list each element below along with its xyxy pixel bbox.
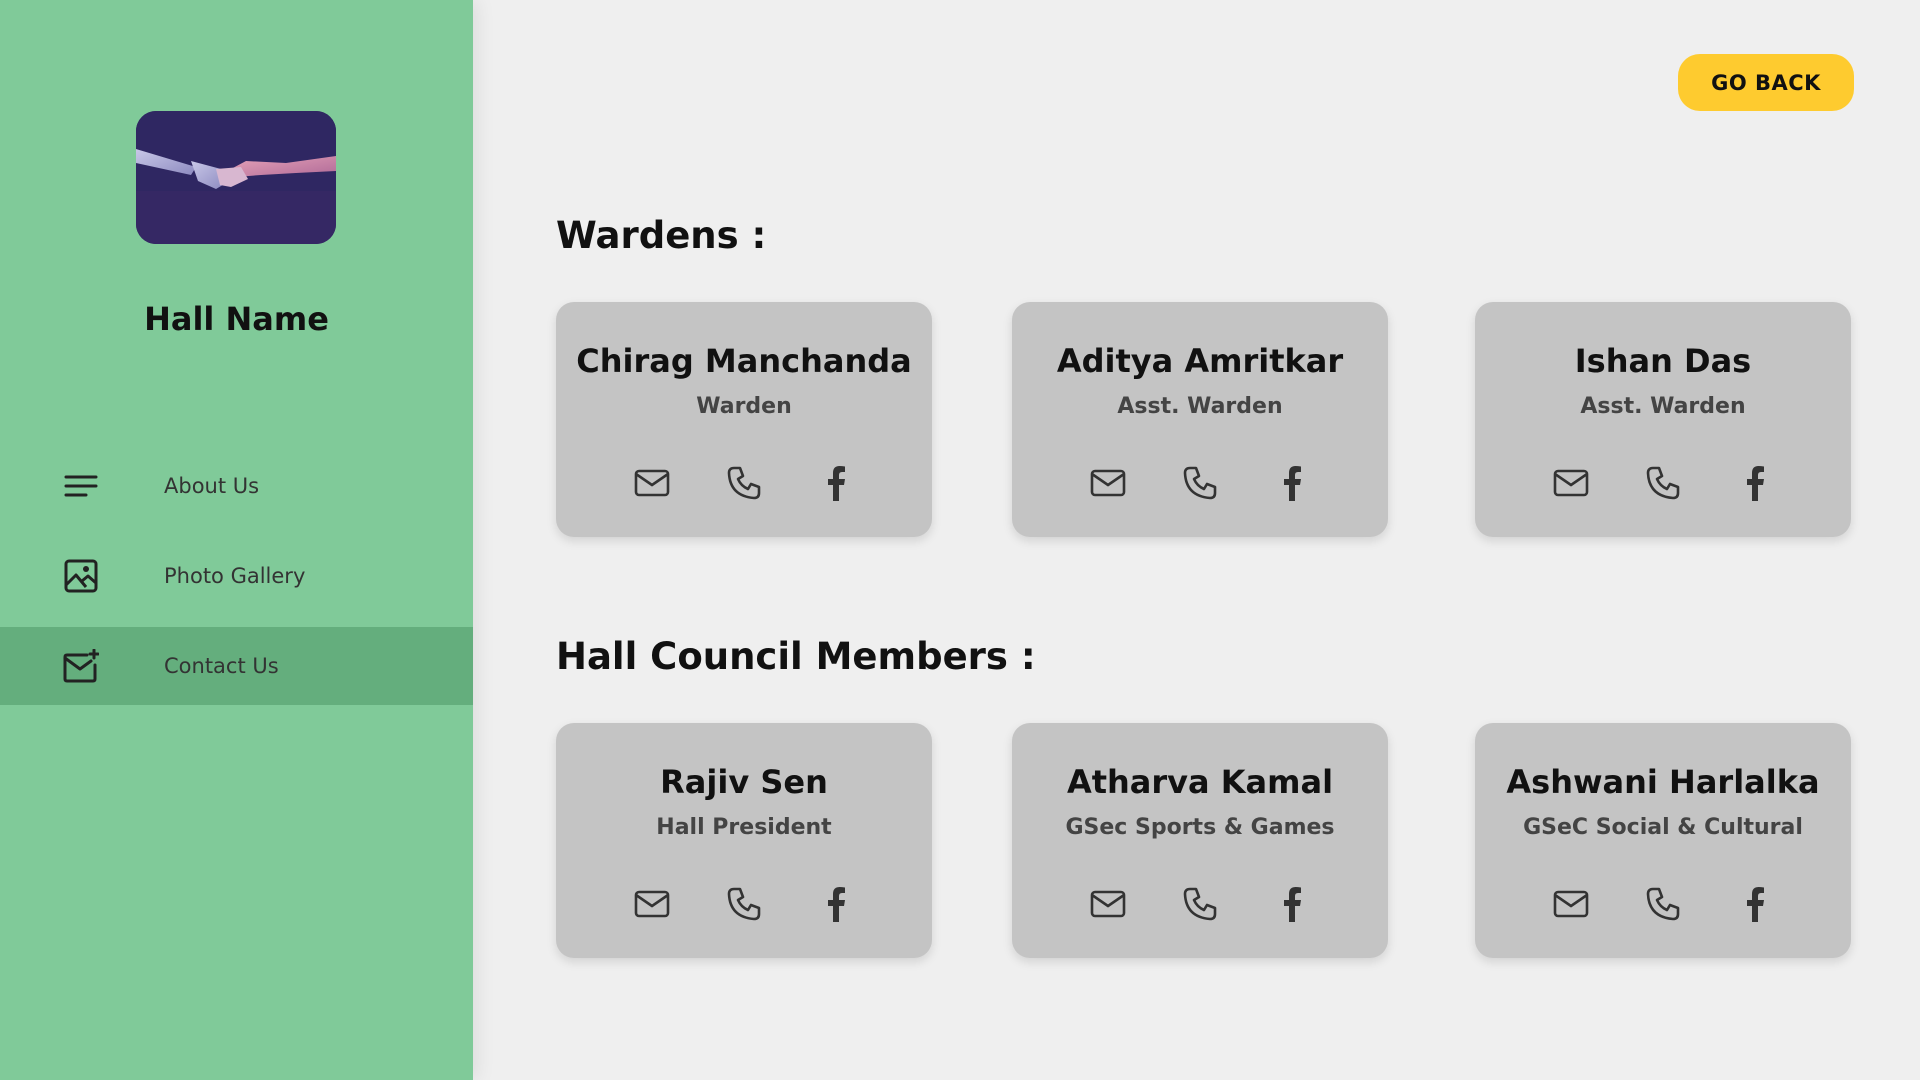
facebook-icon[interactable] <box>818 886 854 922</box>
member-role: Hall President <box>656 815 832 840</box>
sidebar-item-label: About Us <box>164 474 260 498</box>
member-name: Ashwani Harlalka <box>1506 763 1820 801</box>
member-role: Asst. Warden <box>1117 394 1283 419</box>
member-card: Aditya Amritkar Asst. Warden <box>1012 302 1388 537</box>
mail-plus-icon <box>62 647 100 685</box>
phone-icon[interactable] <box>1182 886 1218 922</box>
menu-lines-icon <box>62 467 100 505</box>
member-name: Atharva Kamal <box>1066 763 1334 801</box>
hall-logo-image <box>136 111 336 244</box>
hall-name: Hall Name <box>144 300 329 338</box>
facebook-icon[interactable] <box>1274 465 1310 501</box>
member-card: Ishan Das Asst. Warden <box>1475 302 1851 537</box>
facebook-icon[interactable] <box>1737 465 1773 501</box>
section-title-wardens: Wardens : <box>556 214 767 257</box>
member-name: Aditya Amritkar <box>1056 342 1344 380</box>
phone-icon[interactable] <box>726 465 762 501</box>
member-card: Atharva Kamal GSec Sports & Games <box>1012 723 1388 958</box>
facebook-icon[interactable] <box>1274 886 1310 922</box>
section-title-council: Hall Council Members : <box>556 635 1036 678</box>
phone-icon[interactable] <box>1645 886 1681 922</box>
mail-icon[interactable] <box>1090 465 1126 501</box>
mail-icon[interactable] <box>1090 886 1126 922</box>
member-card: Rajiv Sen Hall President <box>556 723 932 958</box>
sidebar-item-label: Contact Us <box>164 654 279 678</box>
sidebar-item-contact-us[interactable]: Contact Us <box>0 627 473 705</box>
sidebar: Hall Name About Us Photo Gallery Contact… <box>0 0 473 1080</box>
mail-icon[interactable] <box>1553 886 1589 922</box>
phone-icon[interactable] <box>1182 465 1218 501</box>
mail-icon[interactable] <box>634 886 670 922</box>
member-name: Rajiv Sen <box>660 763 828 801</box>
member-card: Chirag Manchanda Warden <box>556 302 932 537</box>
mail-icon[interactable] <box>1553 465 1589 501</box>
member-name: Chirag Manchanda <box>576 342 912 380</box>
facebook-icon[interactable] <box>818 465 854 501</box>
member-name: Ishan Das <box>1574 342 1752 380</box>
facebook-icon[interactable] <box>1737 886 1773 922</box>
phone-icon[interactable] <box>1645 465 1681 501</box>
member-card: Ashwani Harlalka GSeC Social & Cultural <box>1475 723 1851 958</box>
phone-icon[interactable] <box>726 886 762 922</box>
member-role: GSeC Social & Cultural <box>1523 815 1803 840</box>
image-icon <box>62 557 100 595</box>
member-role: Warden <box>696 394 792 419</box>
sidebar-item-about-us[interactable]: About Us <box>0 447 473 525</box>
member-role: Asst. Warden <box>1580 394 1746 419</box>
go-back-button[interactable]: GO BACK <box>1678 54 1854 111</box>
member-role: GSec Sports & Games <box>1065 815 1335 840</box>
sidebar-item-photo-gallery[interactable]: Photo Gallery <box>0 537 473 615</box>
mail-icon[interactable] <box>634 465 670 501</box>
sidebar-item-label: Photo Gallery <box>164 564 306 588</box>
